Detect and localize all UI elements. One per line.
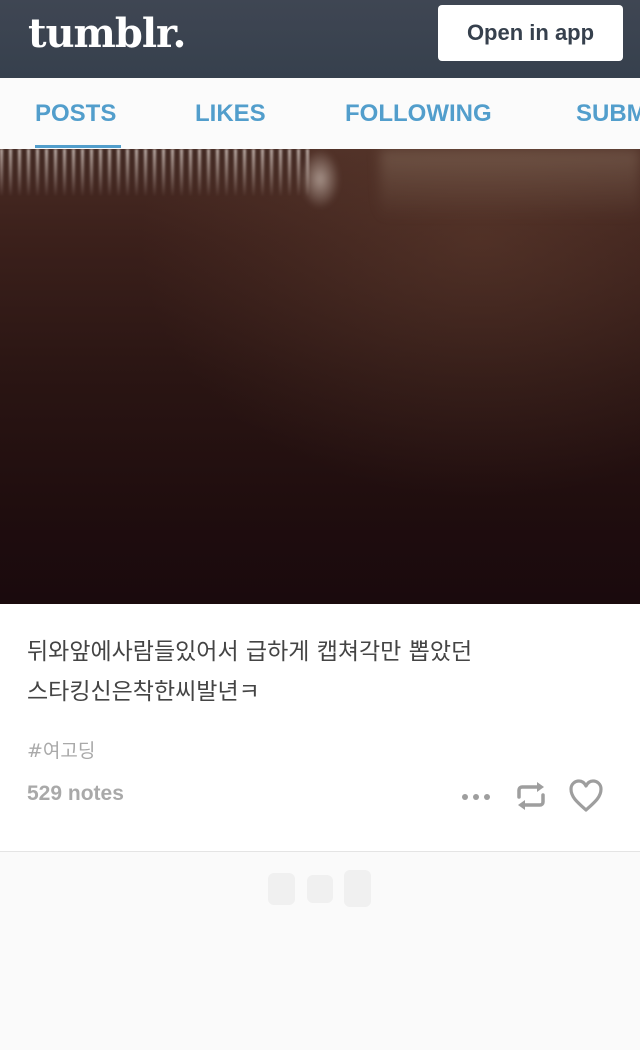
loading-dot xyxy=(307,875,333,903)
tab-following[interactable]: FOLLOWING xyxy=(345,78,492,149)
photo-light-detail xyxy=(300,149,340,209)
tab-likes[interactable]: LIKES xyxy=(195,78,266,149)
caption-line-1: 뒤와앞에사람들있어서 급하게 캡쳐각만 뽑았던 xyxy=(27,639,473,665)
photo-light-detail-2 xyxy=(380,149,640,219)
post-caption: 뒤와앞에사람들있어서 급하게 캡쳐각만 뽑았던 스타킹신은착한씨발년ㅋ xyxy=(27,632,617,712)
loading-dot xyxy=(268,873,295,905)
post-photo[interactable] xyxy=(0,149,640,604)
tab-submit[interactable]: SUBMIT xyxy=(576,78,640,149)
post-footer: 뒤와앞에사람들있어서 급하게 캡쳐각만 뽑았던 스타킹신은착한씨발년ㅋ #여고딩… xyxy=(0,604,640,852)
notes-count[interactable]: 529 notes xyxy=(27,782,124,806)
reblog-icon[interactable] xyxy=(512,777,550,815)
caption-line-2: 스타킹신은착한씨발년ㅋ xyxy=(27,679,260,705)
more-icon[interactable] xyxy=(458,779,494,815)
open-in-app-button[interactable]: Open in app xyxy=(438,5,623,61)
photo-blinds-detail xyxy=(0,149,310,197)
tumblr-logo[interactable]: tumblr. xyxy=(28,10,186,58)
blog-tabs: POSTS LIKES FOLLOWING SUBMIT xyxy=(0,78,640,149)
active-tab-indicator xyxy=(35,145,121,148)
header-bar: tumblr. Open in app xyxy=(0,0,640,78)
loading-dot xyxy=(344,870,371,907)
tab-posts[interactable]: POSTS xyxy=(35,78,116,149)
loading-indicator xyxy=(268,870,372,908)
heart-icon[interactable] xyxy=(567,776,605,816)
post-tag[interactable]: #여고딩 xyxy=(27,736,95,763)
